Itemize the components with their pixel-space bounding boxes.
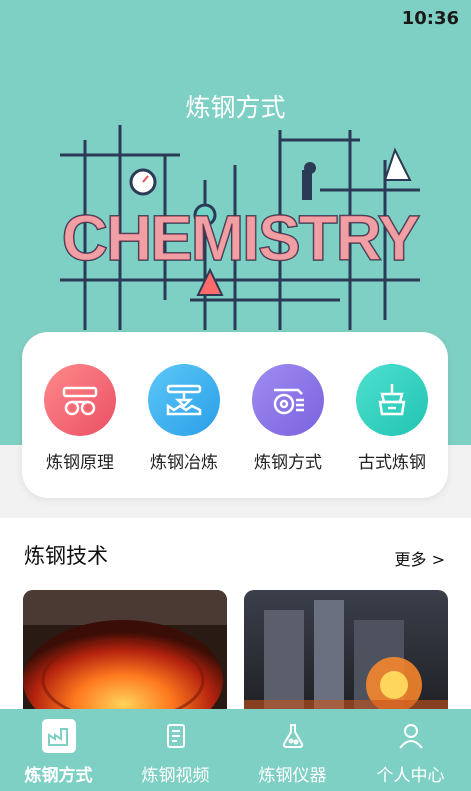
ancient-furnace-icon	[356, 364, 428, 436]
section-title: 炼钢技术	[24, 544, 108, 568]
chemistry-banner-illustration: CHEMISTRY CHEMISTRY	[60, 125, 422, 330]
nav-label: 炼钢仪器	[258, 766, 327, 786]
steel-plant-image	[244, 590, 448, 720]
nav-item-video[interactable]: 炼钢视频	[117, 719, 234, 786]
factory-conveyor-icon	[44, 364, 116, 436]
article-thumbnail[interactable]	[244, 590, 448, 720]
nav-label: 炼钢方式	[24, 766, 93, 786]
status-time: 10:36	[401, 8, 459, 29]
conveyor-belt-icon	[252, 364, 324, 436]
video-doc-icon	[159, 719, 193, 753]
crane-factory-icon	[148, 364, 220, 436]
menu-item-principle[interactable]: 炼钢原理	[30, 364, 130, 474]
menu-item-method[interactable]: 炼钢方式	[238, 364, 338, 474]
flask-icon	[276, 719, 310, 753]
nav-label: 炼钢视频	[141, 766, 210, 786]
nav-item-profile[interactable]: 个人中心	[352, 719, 469, 786]
article-thumbnail[interactable]	[23, 590, 227, 720]
bottom-navigation: 炼钢方式 炼钢视频 炼钢仪器 个人中心	[0, 709, 471, 791]
menu-item-label: 炼钢方式	[254, 453, 322, 473]
molten-furnace-image	[23, 590, 227, 720]
page-title: 炼钢方式	[185, 93, 286, 122]
menu-card: 炼钢原理 炼钢冶炼 炼钢方式 古式炼钢	[22, 332, 448, 498]
steel-technology-section: 炼钢技术 更多 >	[0, 518, 471, 720]
factory-icon	[41, 719, 76, 753]
nav-item-instruments[interactable]: 炼钢仪器	[234, 719, 351, 786]
banner-word-shadow: CHEMISTRY	[62, 202, 420, 274]
menu-item-ancient[interactable]: 古式炼钢	[342, 364, 442, 474]
nav-item-method[interactable]: 炼钢方式	[0, 719, 117, 786]
menu-item-label: 古式炼钢	[358, 453, 426, 473]
menu-item-label: 炼钢原理	[46, 453, 114, 473]
app-screen: 10:36 炼钢方式 CHEMISTRY CHEMISTRY 炼钢原理 炼钢冶炼…	[0, 0, 471, 791]
nav-label: 个人中心	[376, 766, 445, 786]
person-icon	[394, 719, 428, 753]
menu-item-smelting[interactable]: 炼钢冶炼	[134, 364, 234, 474]
menu-item-label: 炼钢冶炼	[150, 453, 218, 473]
more-link[interactable]: 更多 >	[395, 546, 446, 570]
